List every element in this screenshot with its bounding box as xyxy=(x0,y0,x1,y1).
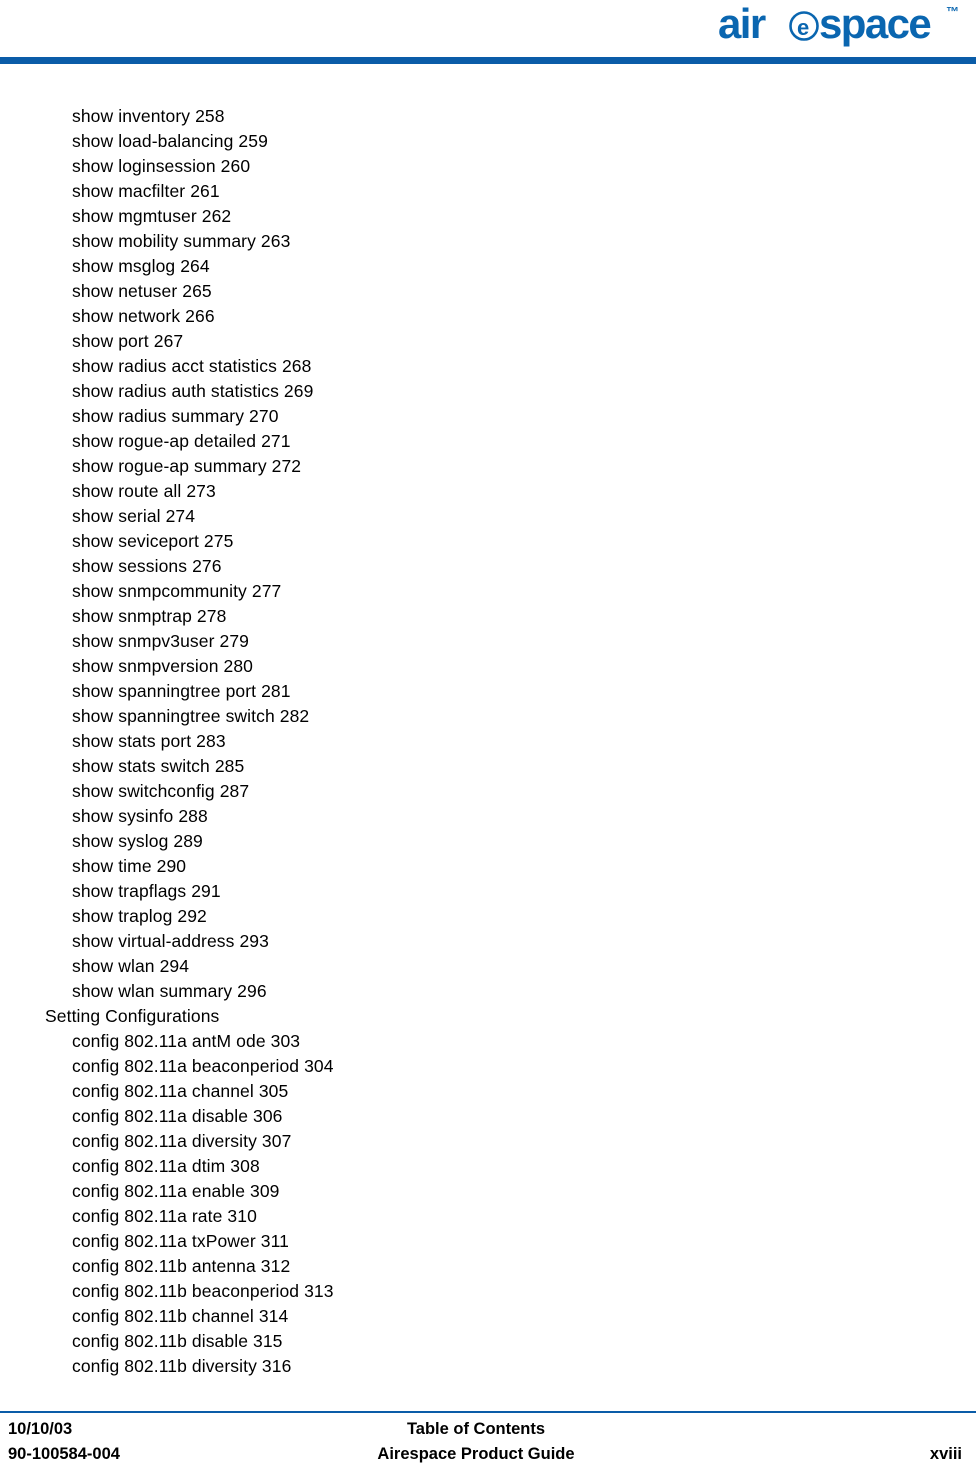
toc-entry[interactable]: show network 266 xyxy=(0,304,976,329)
toc-entry[interactable]: show msglog 264 xyxy=(0,254,976,279)
svg-text:air: air xyxy=(718,2,766,47)
toc-entry[interactable]: show switchconfig 287 xyxy=(0,779,976,804)
header-rule xyxy=(0,57,976,64)
toc-entry[interactable]: show seviceport 275 xyxy=(0,529,976,554)
toc-entry[interactable]: show sessions 276 xyxy=(0,554,976,579)
toc-entry[interactable]: show spanningtree switch 282 xyxy=(0,704,976,729)
footer-rule xyxy=(0,1411,976,1413)
toc-entry[interactable]: config 802.11b antenna 312 xyxy=(0,1254,976,1279)
footer-title: Table of Contents xyxy=(406,1420,546,1438)
page-header: air e space ™ xyxy=(0,0,976,65)
toc-entry[interactable]: show mobility summary 263 xyxy=(0,229,976,254)
toc-entry[interactable]: config 802.11a disable 306 xyxy=(0,1104,976,1129)
toc-entry[interactable]: show wlan summary 296 xyxy=(0,979,976,1004)
toc-entry[interactable]: show load-balancing 259 xyxy=(0,129,976,154)
toc-entry[interactable]: show radius summary 270 xyxy=(0,404,976,429)
toc-entry[interactable]: config 802.11a dtim 308 xyxy=(0,1154,976,1179)
toc-entry[interactable]: show sysinfo 288 xyxy=(0,804,976,829)
airespace-logo: air e space ™ xyxy=(718,2,968,48)
toc-entry[interactable]: config 802.11b beaconperiod 313 xyxy=(0,1279,976,1304)
toc-entry[interactable]: config 802.11a rate 310 xyxy=(0,1204,976,1229)
table-of-contents-list: show inventory 258 show load-balancing 25… xyxy=(0,104,976,1379)
toc-entry[interactable]: show radius acct statistics 268 xyxy=(0,354,976,379)
toc-entry[interactable]: show inventory 258 xyxy=(0,104,976,129)
toc-entry[interactable]: show snmpversion 280 xyxy=(0,654,976,679)
toc-entry[interactable]: show trapflags 291 xyxy=(0,879,976,904)
footer-row-bottom: 90-100584-004 Airespace Product Guide xv… xyxy=(0,1442,976,1467)
toc-entry[interactable]: show loginsession 260 xyxy=(0,154,976,179)
toc-entry[interactable]: show stats port 283 xyxy=(0,729,976,754)
footer-row-top: 10/10/03 Table of Contents xyxy=(0,1417,976,1442)
toc-entry[interactable]: show stats switch 285 xyxy=(0,754,976,779)
page-footer: 10/10/03 Table of Contents 90-100584-004… xyxy=(0,1405,976,1464)
toc-entry[interactable]: show spanningtree port 281 xyxy=(0,679,976,704)
toc-entry[interactable]: config 802.11a diversity 307 xyxy=(0,1129,976,1154)
toc-entry[interactable]: show route all 273 xyxy=(0,479,976,504)
toc-entry[interactable]: config 802.11a antM ode 303 xyxy=(0,1029,976,1054)
toc-entry[interactable]: show mgmtuser 262 xyxy=(0,204,976,229)
toc-entry[interactable]: show serial 274 xyxy=(0,504,976,529)
toc-entry[interactable]: config 802.11b diversity 316 xyxy=(0,1354,976,1379)
toc-section-heading[interactable]: Setting Configurations xyxy=(0,1004,976,1029)
toc-entry[interactable]: show rogue-ap summary 272 xyxy=(0,454,976,479)
airespace-logo-svg: air e space ™ xyxy=(718,2,959,47)
toc-entry[interactable]: show port 267 xyxy=(0,329,976,354)
toc-entry[interactable]: show netuser 265 xyxy=(0,279,976,304)
svg-text:e: e xyxy=(797,15,809,40)
toc-entry[interactable]: config 802.11a enable 309 xyxy=(0,1179,976,1204)
toc-entry[interactable]: show rogue-ap detailed 271 xyxy=(0,429,976,454)
toc-entry[interactable]: show wlan 294 xyxy=(0,954,976,979)
toc-entry[interactable]: config 802.11a channel 305 xyxy=(0,1079,976,1104)
footer-document-name: Airespace Product Guide xyxy=(377,1445,575,1463)
toc-entry[interactable]: show radius auth statistics 269 xyxy=(0,379,976,404)
toc-entry[interactable]: show virtual-address 293 xyxy=(0,929,976,954)
toc-entry[interactable]: show time 290 xyxy=(0,854,976,879)
toc-entry[interactable]: config 802.11a txPower 311 xyxy=(0,1229,976,1254)
logo-trademark-symbol: ™ xyxy=(946,4,959,19)
toc-entry[interactable]: show macfilter 261 xyxy=(0,179,976,204)
svg-text:space: space xyxy=(819,2,930,47)
footer-page-number: xviii xyxy=(929,1445,962,1463)
toc-entry[interactable]: config 802.11a beaconperiod 304 xyxy=(0,1054,976,1079)
toc-entry[interactable]: show syslog 289 xyxy=(0,829,976,854)
toc-entry[interactable]: config 802.11b channel 314 xyxy=(0,1304,976,1329)
toc-entry[interactable]: show traplog 292 xyxy=(0,904,976,929)
toc-entry[interactable]: config 802.11b disable 315 xyxy=(0,1329,976,1354)
toc-entry[interactable]: show snmpcommunity 277 xyxy=(0,579,976,604)
toc-entry[interactable]: show snmpv3user 279 xyxy=(0,629,976,654)
toc-entry[interactable]: show snmptrap 278 xyxy=(0,604,976,629)
